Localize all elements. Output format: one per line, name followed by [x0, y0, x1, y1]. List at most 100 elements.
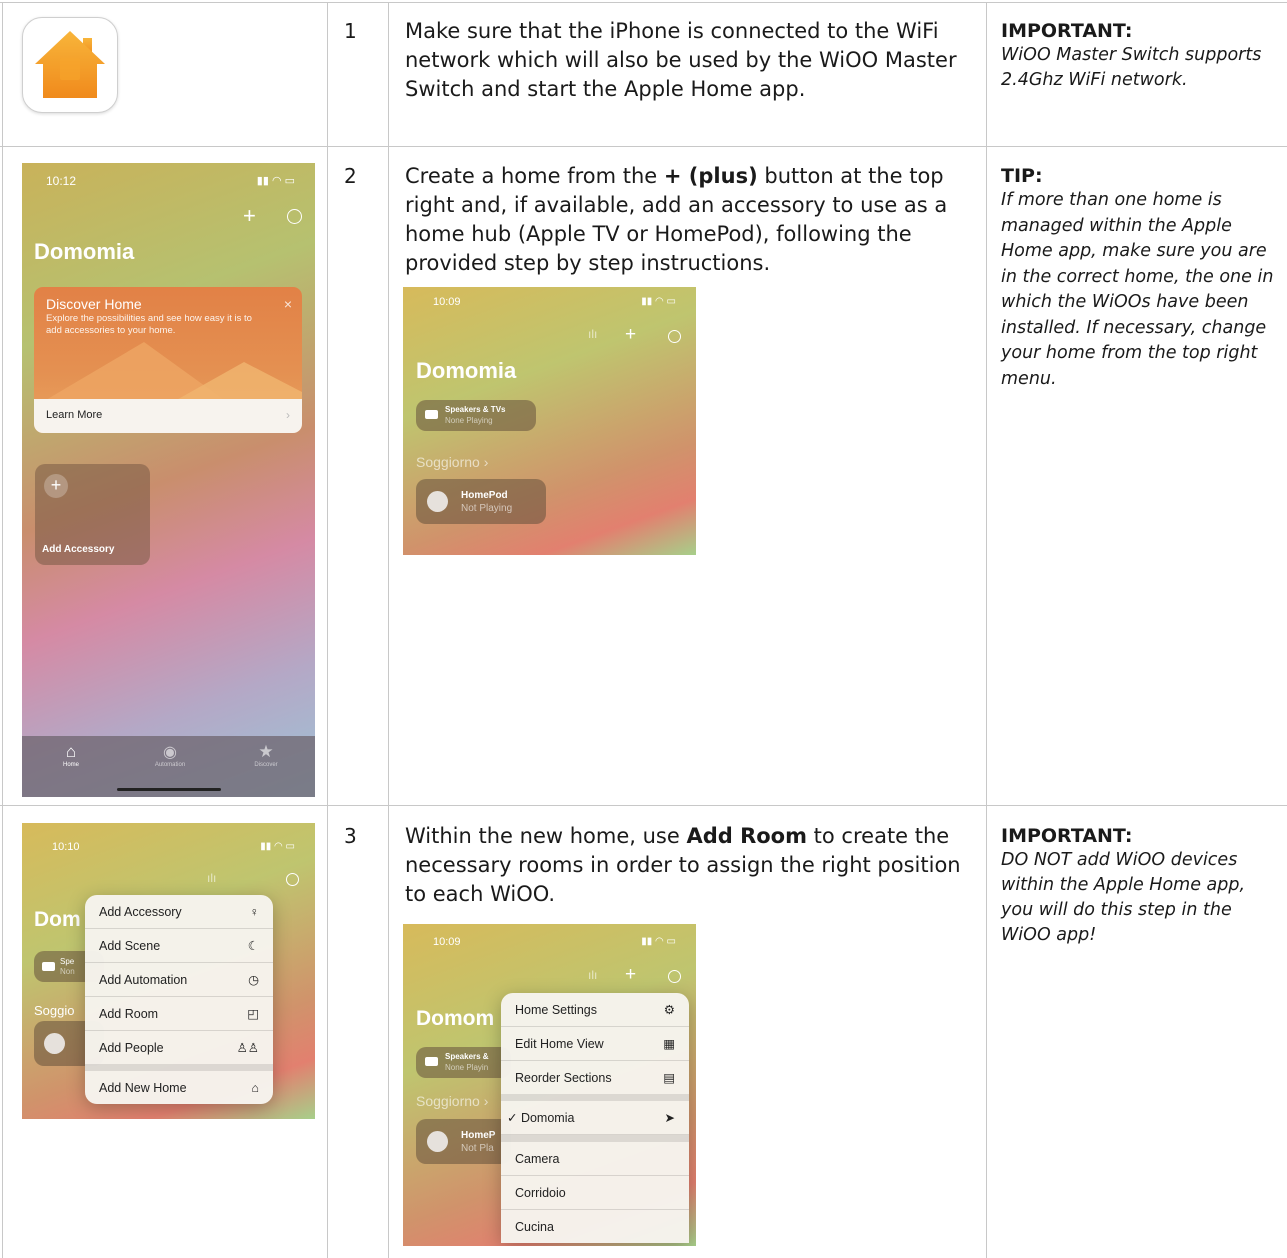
menu-item-add-scene[interactable]: Add Scene ☾	[85, 929, 273, 963]
menu-item-label: Cucina	[515, 1219, 554, 1234]
homepod-icon	[427, 491, 448, 512]
checkmark-icon: ✓	[507, 1111, 521, 1125]
step-number: 1	[344, 19, 357, 43]
home-title-partial: Dom	[34, 908, 81, 931]
note-body: If more than one home is managed within …	[1001, 190, 1274, 389]
intercom-icon: ılı	[588, 327, 598, 341]
note-body: WiOO Master Switch supports 2.4Ghz WiFi …	[1001, 45, 1262, 90]
menu-item-add-room[interactable]: Add Room ◰	[85, 997, 273, 1031]
tab-home-label: Home	[62, 762, 79, 768]
home-app-icon	[22, 17, 118, 113]
lightbulb-icon: ♀	[249, 904, 259, 919]
tab-home[interactable]: ⌂ Home	[57, 742, 85, 768]
menu-item-label: Home Settings	[515, 1002, 597, 1017]
menu-item-add-automation[interactable]: Add Automation ◷	[85, 963, 273, 997]
step-text: Within the new home, use Add Room to cre…	[405, 822, 965, 909]
tile-title: Spe	[60, 957, 75, 966]
current-home-row: ✓ Domomia	[507, 1110, 574, 1125]
home-indicator	[117, 788, 221, 791]
menu-item-add-new-home[interactable]: Add New Home ⌂	[85, 1071, 273, 1104]
menu-item-label: Edit Home View	[515, 1036, 604, 1051]
add-menu: Add Accessory ♀ Add Scene ☾ Add Automation…	[85, 895, 273, 1104]
table-border-left	[2, 2, 3, 1258]
tab-automation[interactable]: ◉ Automation	[150, 742, 190, 768]
speakers-tile[interactable]: Speakers & TVs None Playing	[416, 400, 536, 431]
menu-item-label: Add Room	[99, 1006, 159, 1021]
note-cell: IMPORTANT: DO NOT add WiOO devices withi…	[1001, 824, 1277, 948]
note-title: IMPORTANT:	[1001, 825, 1133, 847]
menu-item-home-settings[interactable]: Home Settings ⚙	[501, 993, 689, 1027]
home-menu: Home Settings ⚙ Edit Home View ▦ Reorder S…	[501, 993, 689, 1243]
star-tab-icon: ★	[258, 742, 274, 761]
homepod-icon	[427, 1131, 448, 1152]
menu-item-room-cucina[interactable]: Cucina	[501, 1210, 689, 1243]
menu-item-label: Add Accessory	[99, 904, 182, 919]
learn-more-label: Learn More	[46, 409, 103, 421]
reorder-icon: ▤	[663, 1071, 675, 1085]
menu-item-label: Domomia	[520, 1111, 575, 1125]
room-name: Soggiorno	[416, 1093, 480, 1109]
menu-item-room-corridoio[interactable]: Corridoio	[501, 1176, 689, 1210]
step-text-bold: Add Room	[686, 824, 807, 848]
tab-discover[interactable]: ★ Discover	[248, 742, 284, 768]
menu-item-edit-home-view[interactable]: Edit Home View ▦	[501, 1027, 689, 1061]
add-plus-icon: +	[44, 474, 68, 498]
home-title-partial: Domom	[416, 1007, 495, 1030]
status-icons: ▮▮ ◠ ▭	[256, 175, 295, 187]
speakers-tile-partial: Speakers & None Playin	[416, 1047, 511, 1078]
plus-icon: +	[243, 203, 256, 228]
gear-icon: ⚙	[663, 1003, 675, 1017]
menu-separator	[501, 1135, 689, 1142]
menu-item-add-accessory[interactable]: Add Accessory ♀	[85, 895, 273, 929]
status-time: 10:09	[433, 296, 461, 308]
banner-close-icon[interactable]: ×	[284, 296, 292, 312]
learn-more-bar[interactable]: Learn More ›	[34, 399, 302, 433]
menu-separator	[501, 1094, 689, 1101]
row-divider-1	[0, 146, 1287, 147]
step-number: 3	[344, 824, 357, 848]
note-title: IMPORTANT:	[1001, 20, 1133, 42]
note-cell: TIP: If more than one home is managed wi…	[1001, 164, 1277, 392]
more-icon	[668, 330, 681, 343]
homepod-tile[interactable]: HomePod Not Playing	[416, 479, 546, 524]
more-icon	[286, 873, 299, 886]
menu-item-label: Camera	[515, 1151, 560, 1166]
menu-item-add-people[interactable]: Add People ♙♙	[85, 1031, 273, 1064]
house-icon: ⌂	[251, 1080, 259, 1095]
status-time: 10:09	[433, 936, 461, 948]
status-time: 10:10	[52, 841, 80, 853]
scene-icon: ☾	[247, 939, 259, 953]
room-label-partial: Soggio	[34, 1003, 75, 1018]
home-menu-screenshot: 10:09 ▮▮ ◠ ▭ ılı + Domom Speakers & None…	[403, 924, 696, 1246]
tile-title: HomePod	[461, 490, 508, 501]
room-label: Soggiorno ›	[416, 454, 489, 470]
more-icon	[668, 970, 681, 983]
step-text-before: Within the new home, use	[405, 824, 687, 848]
col-divider-2	[388, 2, 389, 1258]
step-text: Make sure that the iPhone is connected t…	[405, 17, 965, 104]
add-menu-screenshot: 10:10 ▮▮ ◠ ▭ ılı Dom Spe Non Soggio Add …	[22, 823, 315, 1119]
home-title: Domomia	[416, 358, 517, 383]
add-accessory-label: Add Accessory	[42, 544, 115, 555]
room-label: Soggiorno ›	[416, 1093, 489, 1109]
status-icons: ▮▮ ◠ ▭	[260, 841, 295, 852]
menu-item-label: Add New Home	[99, 1080, 187, 1095]
people-icon: ♙♙	[236, 1041, 259, 1055]
tab-bar: ⌂ Home ◉ Automation ★ Discover	[22, 736, 315, 797]
room-name: Soggiorno	[416, 454, 480, 470]
row-divider-2	[0, 805, 1287, 806]
menu-item-current-home[interactable]: ✓ Domomia ➤	[501, 1101, 689, 1135]
tile-subtitle: None Playin	[445, 1063, 489, 1072]
note-title: TIP:	[1001, 165, 1043, 187]
banner-title: Discover Home	[46, 296, 142, 312]
menu-item-room-camera[interactable]: Camera	[501, 1142, 689, 1176]
intercom-icon: ılı	[588, 968, 598, 982]
plus-icon: +	[625, 964, 637, 985]
step-text-content: Make sure that the iPhone is connected t…	[405, 19, 957, 101]
col-divider-3	[986, 2, 987, 1258]
add-accessory-tile[interactable]: + Add Accessory	[35, 464, 150, 565]
menu-item-reorder-sections[interactable]: Reorder Sections ▤	[501, 1061, 689, 1094]
status-time: 10:12	[46, 174, 77, 188]
home-screen-screenshot: 10:12 ▮▮ ◠ ▭ + Domomia Discover Home × E…	[22, 163, 315, 797]
homepod-tile-partial: HomeP Not Pla	[416, 1119, 511, 1164]
